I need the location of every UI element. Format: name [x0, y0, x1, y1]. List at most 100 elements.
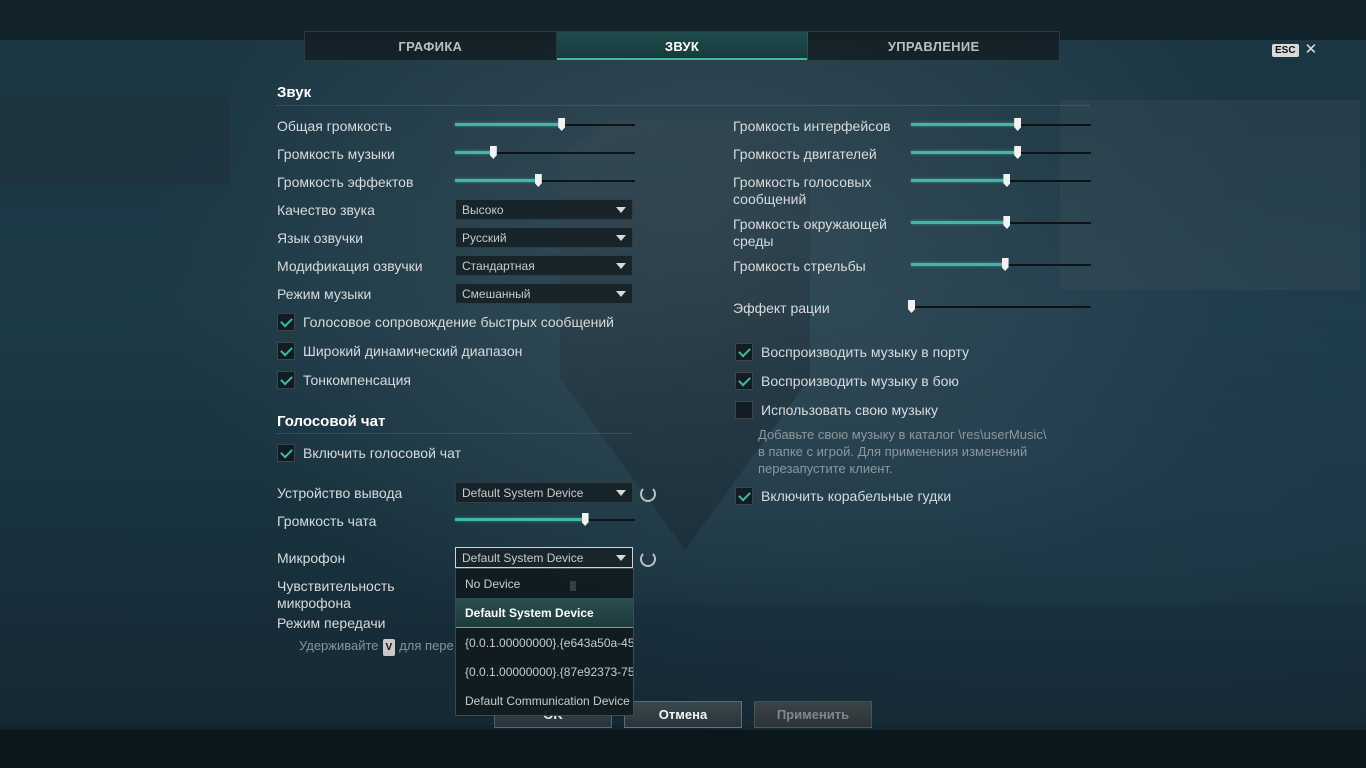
chevron-down-icon: [616, 206, 626, 213]
apply-button[interactable]: Применить: [754, 701, 872, 728]
cancel-button[interactable]: Отмена: [624, 701, 742, 728]
checkbox-box[interactable]: [277, 313, 295, 331]
section-divider: [277, 104, 1089, 106]
voice-messages-volume-slider[interactable]: [911, 174, 1091, 188]
transmission-mode-label: Режим передачи: [277, 615, 386, 631]
background-panel: [1060, 100, 1360, 290]
own-music-hint: Добавьте свою музыку в каталог \res\user…: [758, 427, 1047, 476]
ship-horns-checkbox[interactable]: Включить корабельные гудки: [735, 487, 951, 505]
tab-controls[interactable]: УПРАВЛЕНИЕ: [808, 32, 1059, 60]
tab-graphics[interactable]: ГРАФИКА: [305, 32, 557, 60]
slider-thumb[interactable]: [489, 146, 497, 159]
checkbox-box[interactable]: [277, 371, 295, 389]
chevron-down-icon: [616, 290, 626, 297]
wide-dynamic-range-checkbox[interactable]: Широкий динамический диапазон: [277, 342, 522, 360]
slider-thumb[interactable]: [1003, 216, 1011, 229]
esc-close[interactable]: ESC ✕: [1272, 42, 1318, 57]
checkbox-box[interactable]: [735, 487, 753, 505]
music-in-port-checkbox[interactable]: Воспроизводить музыку в порту: [735, 343, 969, 361]
checkbox-box[interactable]: [735, 343, 753, 361]
slider-thumb[interactable]: [581, 513, 589, 526]
checkmark-icon: [737, 373, 751, 386]
hint-text: Удерживайте: [299, 638, 379, 653]
checkbox-label: Воспроизводить музыку в порту: [761, 343, 970, 360]
chat-volume-slider[interactable]: [455, 513, 635, 527]
dropdown-option[interactable]: Default System Device: [456, 598, 633, 628]
gunfire-volume-slider[interactable]: [911, 258, 1091, 272]
radio-effect-slider[interactable]: [908, 300, 1091, 314]
music-in-battle-checkbox[interactable]: Воспроизводить музыку в бою: [735, 372, 959, 390]
chevron-down-icon: [616, 489, 626, 496]
select-label: Режим музыки: [277, 286, 372, 302]
microphone-dropdown-list: No Device Default System Device {0.0.1.0…: [455, 568, 634, 716]
settings-tabs: ГРАФИКА ЗВУК УПРАВЛЕНИЕ: [304, 31, 1060, 61]
background-bottom-bar: [0, 730, 1366, 768]
checkbox-label: Тонкомпенсация: [303, 371, 411, 388]
microphone-select[interactable]: Default System Device: [455, 547, 633, 568]
refresh-icon[interactable]: [640, 551, 656, 567]
checkbox-box[interactable]: [277, 342, 295, 360]
checkmark-icon: [279, 445, 293, 458]
hint-text: для пере: [399, 638, 454, 653]
slider-thumb[interactable]: [1014, 146, 1022, 159]
checkbox-label: Включить голосовой чат: [303, 444, 461, 461]
slider-label: Громкость эффектов: [277, 174, 414, 190]
checkmark-icon: [737, 344, 751, 357]
checkbox-label: Широкий динамический диапазон: [303, 342, 523, 359]
checkmark-icon: [279, 314, 293, 327]
key-badge: V: [382, 639, 396, 656]
slider-label: Громкость интерфейсов: [733, 118, 891, 134]
checkmark-icon: [279, 343, 293, 356]
dropdown-option[interactable]: {0.0.1.00000000}.{87e92373-7511: [456, 657, 633, 686]
music-mode-select[interactable]: Смешанный: [455, 283, 633, 304]
checkbox-box[interactable]: [735, 372, 753, 390]
push-to-talk-hint: Удерживайте Vдля пере: [299, 637, 454, 656]
slider-thumb[interactable]: [1014, 118, 1022, 131]
ambient-volume-slider[interactable]: [911, 216, 1091, 230]
dropdown-option[interactable]: No Device: [456, 569, 633, 598]
select-value: Смешанный: [462, 286, 531, 301]
loudness-compensation-checkbox[interactable]: Тонкомпенсация: [277, 371, 411, 389]
slider-thumb[interactable]: [908, 300, 915, 313]
section-title-voice-chat: Голосовой чат: [277, 413, 386, 430]
select-value: Русский: [462, 230, 507, 245]
dropdown-option[interactable]: Default Communication Device: [456, 686, 633, 715]
slider-label: Громкость двигателей: [733, 146, 877, 162]
slider-thumb[interactable]: [1001, 258, 1009, 271]
close-icon[interactable]: ✕: [1305, 42, 1318, 57]
esc-key-badge: ESC: [1272, 43, 1299, 57]
voice-mod-select[interactable]: Стандартная: [455, 255, 633, 276]
tab-sound[interactable]: ЗВУК: [556, 32, 809, 60]
interface-volume-slider[interactable]: [911, 118, 1091, 132]
music-volume-slider[interactable]: [455, 146, 635, 160]
slider-thumb[interactable]: [534, 174, 542, 187]
effects-volume-slider[interactable]: [455, 174, 635, 188]
select-label: Язык озвучки: [277, 230, 364, 246]
chevron-down-icon: [616, 554, 626, 561]
select-value: Default System Device: [462, 485, 584, 500]
engine-volume-slider[interactable]: [911, 146, 1091, 160]
dropdown-scroll-thumb[interactable]: [570, 581, 576, 591]
checkmark-icon: [737, 488, 751, 501]
section-divider: [277, 432, 632, 434]
quick-messages-voice-checkbox[interactable]: Голосовое сопровождение быстрых сообщени…: [277, 313, 614, 331]
select-value: Стандартная: [462, 258, 535, 273]
dropdown-option[interactable]: {0.0.1.00000000}.{e643a50a-45d4: [456, 628, 633, 657]
checkbox-box[interactable]: [735, 401, 753, 419]
slider-label: Громкость музыки: [277, 146, 395, 162]
checkbox-box[interactable]: [277, 444, 295, 462]
output-device-select[interactable]: Default System Device: [455, 482, 633, 503]
voice-language-select[interactable]: Русский: [455, 227, 633, 248]
slider-label: Эффект рации: [733, 300, 830, 316]
checkbox-label: Включить корабельные гудки: [761, 487, 952, 504]
use-own-music-checkbox[interactable]: Использовать свою музыку: [735, 401, 938, 419]
sound-quality-select[interactable]: Высоко: [455, 199, 633, 220]
master-volume-slider[interactable]: [455, 118, 635, 132]
refresh-icon[interactable]: [640, 486, 656, 502]
enable-voice-chat-checkbox[interactable]: Включить голосовой чат: [277, 444, 461, 462]
slider-label: Громкость голосовых сообщений: [733, 174, 872, 207]
slider-thumb[interactable]: [558, 118, 566, 131]
slider-label: Общая громкость: [277, 118, 392, 134]
slider-thumb[interactable]: [1003, 174, 1011, 187]
checkmark-icon: [279, 372, 293, 385]
